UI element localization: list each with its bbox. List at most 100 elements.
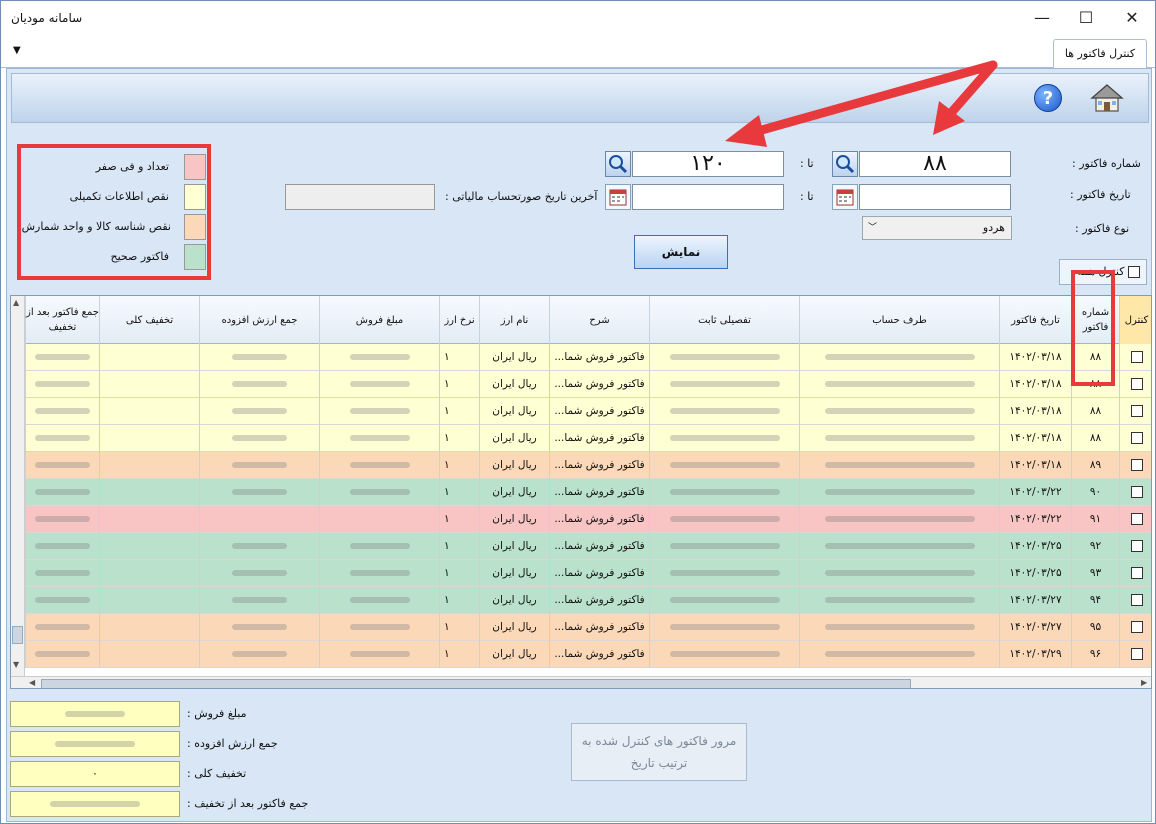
home-icon[interactable] xyxy=(1090,82,1124,114)
table-row[interactable]: ۹۳ ۱۴۰۲/۰۳/۲۵ فاکتور فروش شما... ریال ایران… xyxy=(25,560,1151,587)
horizontal-scroll-thumb[interactable] xyxy=(41,679,911,688)
cell-date: ۱۴۰۲/۰۳/۲۷ xyxy=(999,587,1071,614)
show-button[interactable]: نمایش xyxy=(634,235,728,269)
header-currency[interactable]: نام ارز xyxy=(479,296,549,344)
table-row[interactable]: ۹۴ ۱۴۰۲/۰۳/۲۷ فاکتور فروش شما... ریال ایران… xyxy=(25,587,1151,614)
header-description[interactable]: شرح xyxy=(549,296,649,344)
cell-acct xyxy=(799,425,999,452)
redacted-value xyxy=(824,651,975,657)
row-checkbox[interactable] xyxy=(1130,540,1143,552)
redacted-value xyxy=(35,381,90,387)
scroll-up-icon[interactable]: ▲ xyxy=(13,298,19,307)
scroll-right-icon[interactable]: ▶ xyxy=(1141,678,1147,687)
cell-cb[interactable] xyxy=(1119,371,1151,398)
cell-cb[interactable] xyxy=(1119,506,1151,533)
search-to-button[interactable] xyxy=(605,151,631,177)
row-checkbox[interactable] xyxy=(1130,621,1143,633)
header-rate[interactable]: نرخ ارز xyxy=(439,296,479,344)
row-checkbox[interactable] xyxy=(1130,513,1143,525)
calendar-from-button[interactable] xyxy=(832,184,858,210)
cell-cb[interactable] xyxy=(1119,425,1151,452)
cell-total xyxy=(25,641,99,668)
cell-acct xyxy=(799,371,999,398)
header-invoice-date[interactable]: تاریخ فاکتور xyxy=(999,296,1071,344)
cell-acct xyxy=(799,344,999,371)
row-checkbox[interactable] xyxy=(1130,405,1143,417)
calendar-to-button[interactable] xyxy=(605,184,631,210)
close-button[interactable]: ✕ xyxy=(1109,3,1155,33)
cell-cb[interactable] xyxy=(1119,479,1151,506)
row-checkbox[interactable] xyxy=(1130,378,1143,390)
redacted-value xyxy=(349,597,410,603)
cell-desc: فاکتور فروش شما... xyxy=(549,479,649,506)
redacted-value xyxy=(669,597,780,603)
invoice-type-label: نوع فاکتور : xyxy=(1075,222,1130,235)
redacted-value xyxy=(824,435,975,441)
cell-currency: ریال ایران xyxy=(479,344,549,371)
table-row[interactable]: ۸۸ ۱۴۰۲/۰۳/۱۸ فاکتور فروش شما... ریال ایران… xyxy=(25,344,1151,371)
table-row[interactable]: ۹۵ ۱۴۰۲/۰۳/۲۷ فاکتور فروش شما... ریال ایران… xyxy=(25,614,1151,641)
tab-invoice-control[interactable]: کنترل فاکتور ها xyxy=(1053,39,1147,68)
cell-cb[interactable] xyxy=(1119,452,1151,479)
cell-cb[interactable] xyxy=(1119,587,1151,614)
cell-vat xyxy=(199,479,319,506)
minimize-button[interactable]: — xyxy=(1019,3,1065,33)
redacted-value xyxy=(232,570,287,576)
cell-cb[interactable] xyxy=(1119,533,1151,560)
cell-total xyxy=(25,425,99,452)
invoice-date-to-input[interactable] xyxy=(632,184,784,210)
row-checkbox[interactable] xyxy=(1130,486,1143,498)
cell-date: ۱۴۰۲/۰۳/۱۸ xyxy=(999,344,1071,371)
cell-acct xyxy=(799,506,999,533)
cell-acct xyxy=(799,587,999,614)
scroll-down-icon[interactable]: ▼ xyxy=(13,660,19,669)
cell-cb[interactable] xyxy=(1119,344,1151,371)
row-checkbox[interactable] xyxy=(1130,459,1143,471)
redacted-value xyxy=(232,651,287,657)
table-row[interactable]: ۹۲ ۱۴۰۲/۰۳/۲۵ فاکتور فروش شما... ریال ایران… xyxy=(25,533,1151,560)
cell-cb[interactable] xyxy=(1119,641,1151,668)
vertical-scrollbar[interactable]: ▲ ▼ xyxy=(11,296,25,676)
row-checkbox[interactable] xyxy=(1130,567,1143,579)
table-row[interactable]: ۹۱ ۱۴۰۲/۰۳/۲۲ فاکتور فروش شما... ریال ایران… xyxy=(25,506,1151,533)
invoice-date-from-input[interactable] xyxy=(859,184,1011,210)
help-icon[interactable]: ? xyxy=(1034,84,1062,112)
table-row[interactable]: ۸۹ ۱۴۰۲/۰۳/۱۸ فاکتور فروش شما... ریال ایران… xyxy=(25,452,1151,479)
horizontal-scrollbar[interactable]: ◀ ▶ xyxy=(11,676,1151,688)
header-detail[interactable]: تفصیلی ثابت xyxy=(649,296,799,344)
legend-swatch-valid xyxy=(184,244,206,270)
cell-cb[interactable] xyxy=(1119,398,1151,425)
header-vat[interactable]: جمع ارزش افزوده xyxy=(199,296,319,344)
dropdown-arrow-icon[interactable]: ▼ xyxy=(13,45,21,56)
row-checkbox[interactable] xyxy=(1130,432,1143,444)
checkbox-icon xyxy=(1128,266,1140,278)
header-account[interactable]: طرف حساب xyxy=(799,296,999,344)
cell-cb[interactable] xyxy=(1119,560,1151,587)
table-row[interactable]: ۸۸ ۱۴۰۲/۰۳/۱۸ فاکتور فروش شما... ریال ایران… xyxy=(25,398,1151,425)
header-discount[interactable]: تخفیف کلی xyxy=(99,296,199,344)
redacted-value xyxy=(232,435,287,441)
cell-vat xyxy=(199,560,319,587)
table-row[interactable]: ۹۶ ۱۴۰۲/۰۳/۲۹ فاکتور فروش شما... ریال ایران… xyxy=(25,641,1151,668)
row-checkbox[interactable] xyxy=(1130,594,1143,606)
table-row[interactable]: ۸۸ ۱۴۰۲/۰۳/۱۸ فاکتور فروش شما... ریال ایران… xyxy=(25,425,1151,452)
row-checkbox[interactable] xyxy=(1130,648,1143,660)
header-sales-amount[interactable]: مبلغ فروش xyxy=(319,296,439,344)
cell-cb[interactable] xyxy=(1119,614,1151,641)
invoice-type-select[interactable]: هردو ﹀ xyxy=(862,216,1012,240)
header-control[interactable]: کنترل xyxy=(1119,296,1151,344)
redacted-value xyxy=(232,462,287,468)
header-total-after-discount[interactable]: جمع فاکتور بعد از تخفیف xyxy=(25,296,99,344)
cell-date: ۱۴۰۲/۰۳/۲۲ xyxy=(999,506,1071,533)
table-row[interactable]: ۹۰ ۱۴۰۲/۰۳/۲۲ فاکتور فروش شما... ریال ایران… xyxy=(25,479,1151,506)
redacted-value xyxy=(669,381,780,387)
cell-date: ۱۴۰۲/۰۳/۱۸ xyxy=(999,371,1071,398)
maximize-button[interactable]: ☐ xyxy=(1063,3,1109,33)
vertical-scroll-thumb[interactable] xyxy=(12,626,23,644)
row-checkbox[interactable] xyxy=(1130,351,1143,363)
redacted-value xyxy=(35,489,90,495)
redacted-value xyxy=(35,408,90,414)
table-row[interactable]: ۸۸ ۱۴۰۲/۰۳/۱۸ فاکتور فروش شما... ریال ایران… xyxy=(25,371,1151,398)
scroll-left-icon[interactable]: ◀ xyxy=(29,678,35,687)
review-controlled-invoices-button[interactable]: مرور فاکتور های کنترل شده به ترتیب تاریخ xyxy=(571,723,747,781)
